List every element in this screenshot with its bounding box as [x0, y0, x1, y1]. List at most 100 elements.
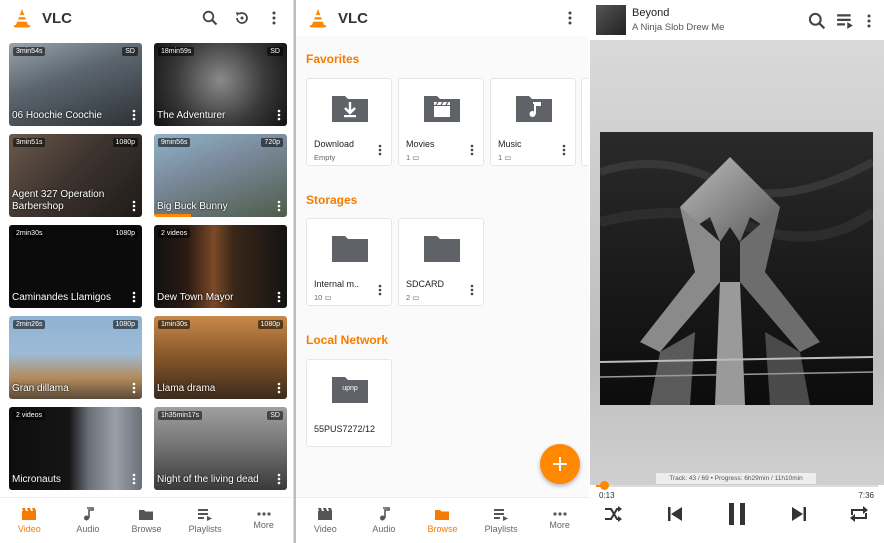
video-tile[interactable]: 18min59s SD The Adventurer: [154, 43, 287, 126]
card-name: Movies: [406, 139, 435, 149]
more-icon[interactable]: [275, 381, 283, 395]
duration-badge: 2min26s: [13, 320, 46, 329]
video-icon: [22, 508, 37, 520]
video-title: 06 Hoochie Coochie: [12, 110, 103, 121]
video-tile[interactable]: 3min54s SD 06 Hoochie Coochie: [9, 43, 142, 126]
video-title: Gran dillama: [12, 383, 69, 394]
video-topbar: VLC: [0, 0, 293, 36]
folder-small-icon: ▭: [412, 293, 420, 302]
queue-icon[interactable]: [832, 8, 858, 34]
favorite-card[interactable]: Movies 1 ▭: [398, 78, 484, 166]
folder-icon: [332, 236, 368, 262]
nav-playlists[interactable]: Playlists: [176, 498, 235, 543]
seek-handle[interactable]: [599, 481, 609, 490]
nav-video[interactable]: Video: [296, 498, 355, 543]
album-art: [600, 132, 873, 405]
network-card[interactable]: upnp 55PUS7272/12: [306, 359, 392, 447]
playlist-icon: [198, 508, 213, 521]
duration-badge: 9min56s: [158, 138, 191, 147]
watch-progress-bar: [154, 214, 192, 217]
storage-card[interactable]: SDCARD 2 ▭: [398, 218, 484, 306]
seek-bar[interactable]: [596, 481, 878, 490]
nav-more[interactable]: More: [234, 498, 293, 543]
history-icon[interactable]: [229, 5, 255, 31]
add-fab-button[interactable]: [540, 444, 580, 484]
nav-label: Audio: [372, 524, 396, 534]
more-icon[interactable]: [275, 290, 283, 304]
overflow-menu-icon[interactable]: [261, 5, 287, 31]
folder-icon: [139, 509, 154, 520]
playlist-icon: [494, 508, 509, 521]
nav-audio[interactable]: Audio: [59, 498, 118, 543]
more-icon[interactable]: [130, 108, 138, 122]
nav-audio[interactable]: Audio: [355, 498, 414, 543]
overflow-menu-icon[interactable]: [856, 8, 882, 34]
folder-small-icon: ▭: [412, 153, 420, 162]
search-icon[interactable]: [804, 8, 830, 34]
video-title: Night of the living dead: [157, 474, 259, 485]
video-tile[interactable]: 3min51s 1080p Agent 327 Operation Barber…: [9, 134, 142, 217]
video-tile[interactable]: 2min26s 1080p Gran dillama: [9, 316, 142, 399]
more-icon[interactable]: [130, 199, 138, 213]
video-tile[interactable]: 2 videos Micronauts: [9, 407, 142, 490]
card-name: Music: [498, 139, 522, 149]
card-sub: 1 ▭: [498, 153, 511, 162]
card-sub: 1 ▭: [406, 153, 419, 162]
nav-label: Audio: [76, 524, 100, 534]
item-count: 1: [406, 153, 411, 162]
more-icon[interactable]: [130, 290, 138, 304]
shuffle-icon[interactable]: [598, 499, 628, 529]
item-count: 2: [406, 293, 411, 302]
video-title: The Adventurer: [157, 110, 226, 121]
video-tile[interactable]: 2min30s 1080p Caminandes Llamigos: [9, 225, 142, 308]
nav-more[interactable]: More: [530, 498, 589, 543]
more-horiz-icon: [553, 512, 567, 516]
nav-video[interactable]: Video: [0, 498, 59, 543]
more-icon[interactable]: [561, 143, 567, 157]
card-sub: 10 ▭: [314, 293, 332, 302]
resolution-badge: 720p: [261, 138, 283, 147]
resolution-badge: 1080p: [257, 320, 283, 329]
video-tile[interactable]: 1h35min17s SD Night of the living dead: [154, 407, 287, 490]
nav-browse[interactable]: Browse: [117, 498, 176, 543]
video-tile[interactable]: 9min56s 720p Big Buck Bunny: [154, 134, 287, 217]
more-icon[interactable]: [469, 283, 475, 297]
video-tile[interactable]: 2 videos Dew Town Mayor: [154, 225, 287, 308]
browse-panel: VLC Favorites Download Empty Movies 1 ▭ …: [296, 0, 589, 543]
folder-small-icon: ▭: [324, 293, 332, 302]
resolution-badge: SD: [267, 47, 283, 56]
more-icon[interactable]: [275, 472, 283, 486]
favorite-card-partial[interactable]: [581, 78, 589, 166]
duration-badge: 2 videos: [13, 411, 46, 420]
more-icon[interactable]: [130, 472, 138, 486]
artist-name: A Ninja Slob Drew Me: [632, 22, 725, 33]
nav-label: More: [253, 520, 274, 530]
more-icon[interactable]: [469, 143, 475, 157]
overflow-menu-icon[interactable]: [557, 5, 583, 31]
more-icon[interactable]: [377, 283, 383, 297]
more-icon[interactable]: [377, 143, 383, 157]
nav-playlists[interactable]: Playlists: [472, 498, 531, 543]
plus-icon: [553, 457, 567, 471]
nav-browse[interactable]: Browse: [413, 498, 472, 543]
favorite-card[interactable]: Download Empty: [306, 78, 392, 166]
album-art-thumbnail[interactable]: [596, 5, 626, 35]
video-tile[interactable]: 1min30s 1080p Llama drama: [154, 316, 287, 399]
more-icon[interactable]: [275, 199, 283, 213]
duration-badge: 2min30s: [13, 229, 46, 238]
upnp-label: upnp: [342, 385, 358, 392]
track-info-label: Track: 43 / 69 • Progress: 6h29min / 11h…: [655, 472, 817, 485]
storage-card[interactable]: Internal m.. 10 ▭: [306, 218, 392, 306]
duration-badge: 1min30s: [158, 320, 191, 329]
more-icon[interactable]: [275, 108, 283, 122]
next-icon[interactable]: [784, 499, 814, 529]
card-name: Download: [314, 139, 355, 149]
folder-icon: [424, 236, 460, 262]
search-icon[interactable]: [197, 5, 223, 31]
repeat-icon[interactable]: [844, 499, 874, 529]
more-icon[interactable]: [130, 381, 138, 395]
previous-icon[interactable]: [660, 499, 690, 529]
favorite-card[interactable]: Music 1 ▭: [490, 78, 576, 166]
nav-label: Browse: [427, 523, 458, 534]
pause-icon[interactable]: [722, 499, 752, 529]
